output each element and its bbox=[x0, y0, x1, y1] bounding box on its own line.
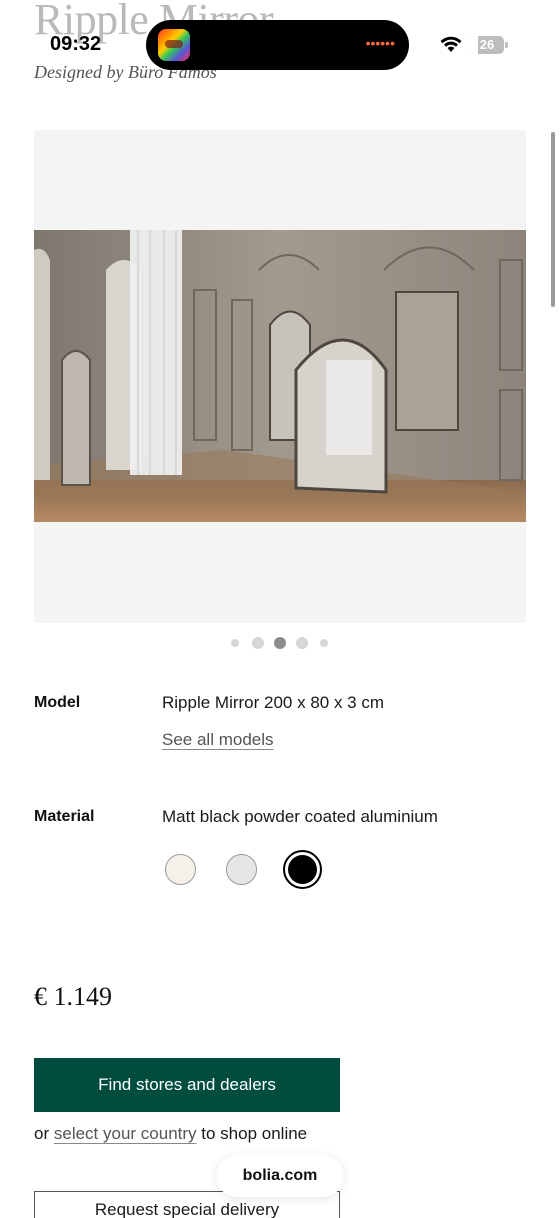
model-value: Ripple Mirror 200 x 80 x 3 cm bbox=[162, 693, 385, 712]
pager-dot[interactable] bbox=[320, 639, 328, 647]
shop-online-line: or select your country to shop online bbox=[34, 1124, 307, 1144]
material-value: Matt black powder coated aluminium bbox=[162, 807, 438, 826]
screen-recorder-app-icon bbox=[158, 29, 190, 61]
status-time: 09:32 bbox=[50, 33, 102, 55]
wifi-icon bbox=[440, 36, 462, 52]
product-gallery[interactable] bbox=[34, 130, 526, 623]
select-country-link[interactable]: select your country bbox=[54, 1124, 197, 1143]
product-image bbox=[34, 230, 526, 522]
gallery-pager[interactable] bbox=[0, 636, 560, 650]
dynamic-island: •••••• bbox=[146, 20, 409, 70]
shop-prefix: or bbox=[34, 1124, 50, 1143]
material-label: Material bbox=[34, 808, 95, 825]
see-all-models-link[interactable]: See all models bbox=[162, 730, 274, 750]
pager-dot-active[interactable] bbox=[274, 637, 286, 649]
price: € 1.149 bbox=[34, 982, 112, 1011]
find-stores-button[interactable]: Find stores and dealers bbox=[34, 1058, 340, 1112]
swatch-light-grey[interactable] bbox=[226, 854, 257, 885]
recording-indicator: •••••• bbox=[365, 35, 395, 51]
swatch-off-white[interactable] bbox=[165, 854, 196, 885]
browser-url-pill[interactable]: bolia.com bbox=[216, 1155, 344, 1197]
swatch-matt-black[interactable] bbox=[283, 850, 322, 889]
model-label: Model bbox=[34, 694, 81, 711]
pager-dot[interactable] bbox=[231, 639, 239, 647]
battery-icon: 26 bbox=[470, 36, 508, 54]
scrollbar[interactable] bbox=[551, 132, 555, 307]
battery-cap bbox=[505, 42, 508, 48]
pager-dot[interactable] bbox=[252, 637, 264, 649]
shop-suffix: to shop online bbox=[201, 1124, 308, 1143]
pager-dot[interactable] bbox=[296, 637, 308, 649]
battery-level: 26 bbox=[479, 37, 495, 52]
